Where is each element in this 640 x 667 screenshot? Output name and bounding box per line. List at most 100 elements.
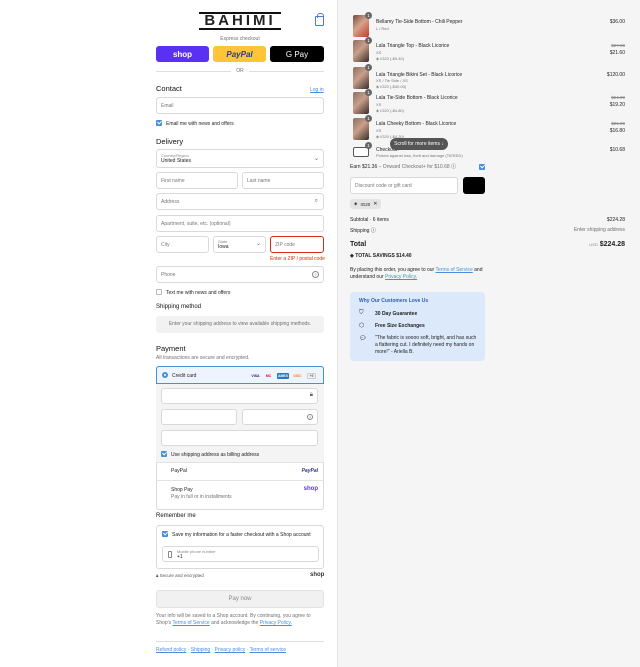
billing-checkbox[interactable] xyxy=(161,451,167,457)
shop-pay-sub: Pay in full or in installments xyxy=(171,494,232,500)
refund-policy-link[interactable]: Refund policy xyxy=(156,647,186,653)
paypal-option[interactable]: PayPal PayPal xyxy=(156,462,324,480)
text-me-checkbox[interactable] xyxy=(156,289,162,295)
lock-icon: 🔒︎ xyxy=(309,392,313,398)
item-name: Lala Cheeky Bottom - Black Licorice xyxy=(376,121,457,127)
quantity-badge: 1 xyxy=(365,115,372,122)
payment-heading: Payment xyxy=(156,344,186,353)
remember-heading: Remember me xyxy=(156,513,196,519)
chat-icon: 💬︎ xyxy=(359,336,367,342)
more-cards-icon: +5 xyxy=(307,373,316,379)
item-price: $21.60 xyxy=(609,50,625,56)
quantity-badge: 1 xyxy=(365,142,372,149)
mobile-phone-field[interactable]: Mobile phone number +1 xyxy=(162,546,319,562)
shipping-value: Enter shipping address xyxy=(573,227,625,233)
or-label: OR xyxy=(236,68,244,74)
shopping-bag-icon[interactable] xyxy=(315,13,324,26)
remember-box: Save my information for a faster checkou… xyxy=(156,525,324,569)
privacy-link[interactable]: Privacy Policy. xyxy=(385,274,417,280)
discount-code-field[interactable]: Discount code or gift card xyxy=(350,177,458,194)
save-info-checkbox[interactable] xyxy=(162,531,168,537)
cart-item: 1 Lala Tie-Side Bottom - Black Licorice … xyxy=(353,89,489,116)
tag-icon: ◈ xyxy=(376,134,380,139)
google-pay-button[interactable]: G Pay xyxy=(270,46,324,62)
privacy-link[interactable]: Privacy Policy. xyxy=(260,620,292,626)
city-field[interactable]: City xyxy=(156,236,209,253)
phone-field[interactable]: Phone ? xyxy=(156,266,324,283)
terms-link[interactable]: Terms of Service xyxy=(436,267,473,273)
terms-link[interactable]: Terms of Service xyxy=(172,620,209,626)
card-form: 🔒︎ ? Use shipping address as billing add… xyxy=(156,384,324,462)
brand-logo[interactable]: BAHIMI xyxy=(199,12,281,30)
shipping-method-heading: Shipping method xyxy=(156,304,202,310)
cart-item: 1 Lala Triangle Top - Black Licorice XS … xyxy=(353,37,489,64)
shipping-link[interactable]: Shipping xyxy=(191,647,210,653)
quantity-badge: 1 xyxy=(365,64,372,71)
discover-icon: DISC xyxy=(293,374,302,378)
phone-icon xyxy=(168,551,172,558)
help-icon[interactable]: ⓘ xyxy=(371,228,376,234)
tag-icon: ◈ xyxy=(350,253,354,259)
item-name: Bellamy Tie-Side Bottom - Chili Pepper xyxy=(376,19,463,25)
apartment-field[interactable]: Apartment, suite, etc. (optional) xyxy=(156,215,324,232)
newsletter-label: Email me with news and offers xyxy=(166,121,234,127)
item-name: Lala Tie-Side Bottom - Black Licorice xyxy=(376,95,458,101)
security-code-field[interactable]: ? xyxy=(242,409,318,425)
quantity-badge: 1 xyxy=(365,12,372,19)
onward-earn: Earn $21.36 – Onward Checkout+ for $10.6… xyxy=(350,164,457,170)
footer-links: Refund policy · Shipping · Privacy polic… xyxy=(156,647,287,653)
discount-line: ◈ IG20 (-$30.00) xyxy=(376,84,407,89)
order-summary-column: 1 Bellamy Tie-Side Bottom - Chili Pepper… xyxy=(337,0,640,667)
agreement-text: By placing this order, you agree to our … xyxy=(350,267,483,280)
last-name-field[interactable]: Last name xyxy=(242,172,324,189)
pay-now-button[interactable]: Pay now xyxy=(156,590,324,608)
apply-discount-button[interactable] xyxy=(463,177,485,194)
credit-card-label: Credit card xyxy=(172,373,197,379)
newsletter-checkbox[interactable] xyxy=(156,120,162,126)
card-number-field[interactable]: 🔒︎ xyxy=(161,388,318,404)
email-field[interactable]: Email xyxy=(156,97,324,114)
visa-icon: VISA xyxy=(251,374,260,378)
privacy-policy-link[interactable]: Privacy policy xyxy=(215,647,246,653)
state-select[interactable]: State Iowa ⌄ xyxy=(213,236,266,253)
item-variant: XS xyxy=(376,102,382,107)
credit-card-option[interactable]: Credit card VISA MC AMEX DISC +5 xyxy=(156,366,324,384)
name-on-card-field[interactable] xyxy=(161,430,318,446)
remove-tag-icon[interactable]: ✕ xyxy=(373,201,377,207)
subtotal-value: $224.28 xyxy=(606,217,625,223)
quantity-badge: 1 xyxy=(365,37,372,44)
address-field[interactable]: Address ⌕ xyxy=(156,193,324,210)
why-customers-box: Why Our Customers Love Us ⛉ 30 Day Guara… xyxy=(350,292,485,361)
login-link[interactable]: Log in xyxy=(310,87,324,93)
legal-text: Your info will be saved to a Shop accoun… xyxy=(156,613,311,626)
chevron-down-icon: ⌄ xyxy=(313,156,319,162)
info-icon[interactable]: ⓘ xyxy=(451,164,456,170)
shop-logo: shop xyxy=(303,486,318,492)
shop-pay-option[interactable]: Shop Pay Pay in full or in installments … xyxy=(156,480,324,510)
why-quote: "The fabric is soooo soft, bright, and h… xyxy=(375,335,477,355)
first-name-field[interactable]: First name xyxy=(156,172,238,189)
paypal-button[interactable]: PayPal xyxy=(213,46,266,62)
shipping-label: Shipping ⓘ xyxy=(350,228,376,234)
cart-item: 1 Lala Triangle Bikini Set - Black Licor… xyxy=(353,64,489,91)
save-info-label: Save my information for a faster checkou… xyxy=(172,532,311,538)
contact-heading: Contact xyxy=(156,84,182,93)
terms-of-service-link[interactable]: Terms of service xyxy=(250,647,286,653)
tag-icon: ◈ xyxy=(376,56,380,61)
expiry-field[interactable] xyxy=(161,409,237,425)
lock-icon: 🔒︎ xyxy=(156,573,159,578)
total-savings: ◈ TOTAL SAVINGS $14.40 xyxy=(350,253,412,259)
scroll-hint-pill[interactable]: Scroll for more items ↓ xyxy=(390,138,448,150)
country-select[interactable]: Country/Region United States ⌄ xyxy=(156,149,324,168)
shop-pay-button[interactable]: shop xyxy=(156,46,209,62)
zip-field[interactable]: ZIP code xyxy=(270,236,324,253)
quantity-badge: 1 xyxy=(365,89,372,96)
item-price: $36.00 xyxy=(609,19,625,25)
amex-icon: AMEX xyxy=(277,373,289,379)
help-icon[interactable]: ? xyxy=(312,271,319,278)
item-price: $120.00 xyxy=(606,72,625,78)
radio-selected[interactable] xyxy=(162,372,168,378)
item-variant: XS / Tie Side / XS xyxy=(376,78,408,83)
help-icon[interactable]: ? xyxy=(307,414,313,420)
onward-checkbox[interactable] xyxy=(479,164,485,170)
